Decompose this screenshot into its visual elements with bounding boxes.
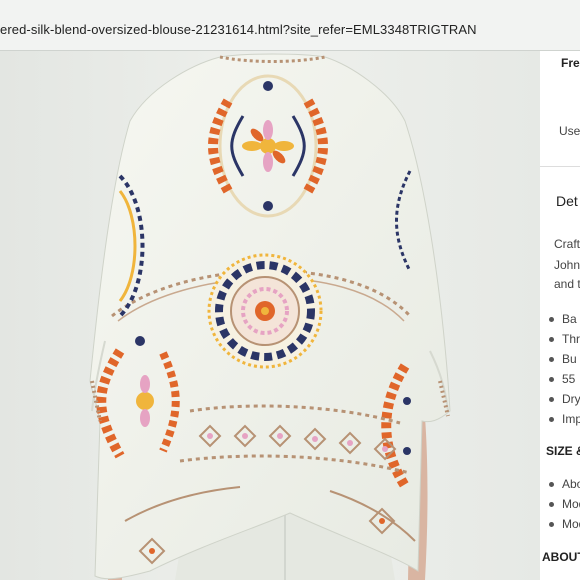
bullet-icon (549, 417, 554, 423)
bullet-text: Mod (562, 517, 580, 531)
divider (540, 166, 580, 167)
bullet-text: Abo (562, 477, 580, 491)
size-fit-heading[interactable]: SIZE & (546, 444, 580, 458)
description-line: John (554, 258, 580, 272)
bullet-text: 55 (562, 372, 576, 386)
product-details-panel: Fre Use Det Craft John and t Ba Thr Bu 5… (540, 51, 580, 580)
description-line: and t (554, 277, 580, 291)
size-bullet: Abo (549, 477, 580, 491)
detail-bullet: Thr (549, 332, 580, 346)
bullet-icon (549, 482, 554, 488)
bullet-text: Ba (562, 312, 577, 326)
detail-bullet: Dry (549, 392, 580, 406)
address-bar[interactable]: ered-silk-blend-oversized-blouse-2123161… (0, 0, 580, 51)
details-heading[interactable]: Det (556, 193, 578, 209)
bullet-text: Dry (562, 392, 580, 406)
center-medallion (207, 253, 323, 369)
about-heading[interactable]: ABOUT (542, 550, 580, 564)
detail-bullet: 55 (549, 372, 575, 386)
bullet-text: Mod (562, 497, 580, 511)
detail-bullet: Bu (549, 352, 577, 366)
description-line: Craft (554, 237, 580, 251)
bullet-icon (549, 522, 554, 528)
product-image (0, 51, 540, 580)
bullet-icon (549, 337, 554, 343)
size-bullet: Mod (549, 517, 580, 531)
detail-bullet: Ba (549, 312, 577, 326)
bullet-icon (549, 397, 554, 403)
bullet-text: Bu (562, 352, 577, 366)
bullet-text: Thr (562, 332, 580, 346)
bullet-icon (549, 357, 554, 363)
bullet-text: Imp (562, 412, 580, 426)
detail-bullet: Imp (549, 412, 580, 426)
bullet-icon (549, 502, 554, 508)
product-page: Fre Use Det Craft John and t Ba Thr Bu 5… (0, 51, 580, 580)
bullet-icon (549, 317, 554, 323)
url-text[interactable]: ered-silk-blend-oversized-blouse-2123161… (0, 22, 477, 37)
bullet-icon (549, 377, 554, 383)
size-bullet: Mod (549, 497, 580, 511)
shipping-label: Fre (561, 56, 580, 70)
use-label: Use (559, 124, 580, 138)
